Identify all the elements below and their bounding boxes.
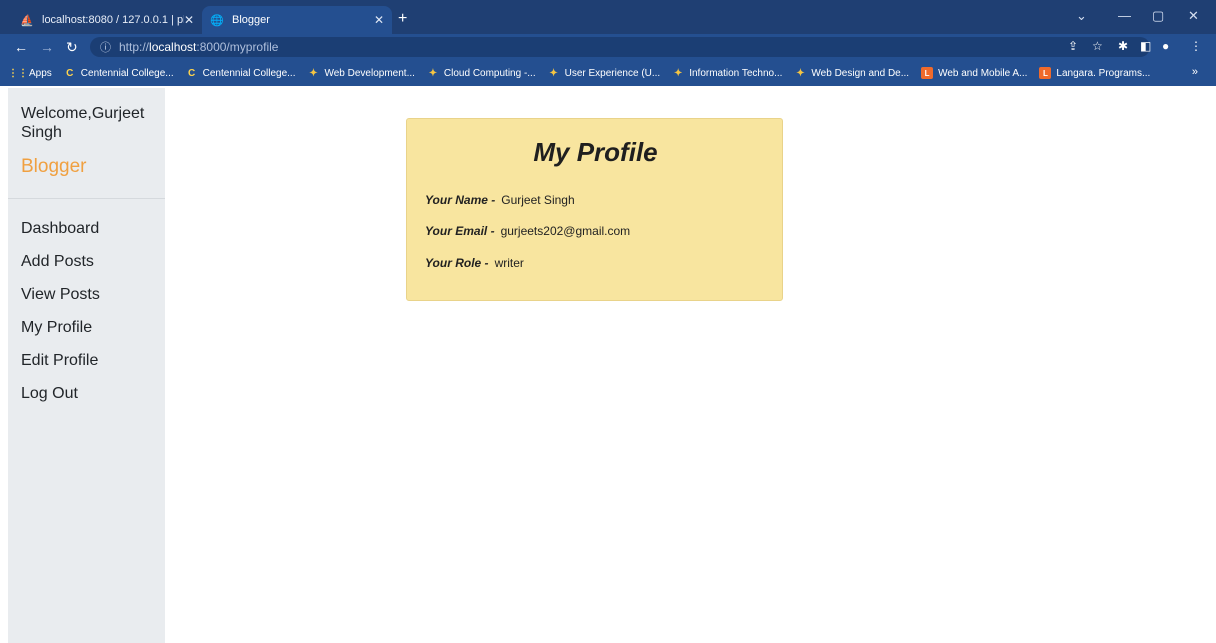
name-value: Gurjeet Singh (501, 193, 575, 207)
bookmark-item[interactable]: ✦ Web Development... (307, 67, 415, 79)
forward-icon[interactable]: → (40, 39, 54, 55)
bookmarks-bar: ⋮⋮ Apps C Centennial College... C Centennia… (0, 60, 1216, 86)
tab-title: localhost:8080 / 127.0.0.1 | phpM (42, 14, 184, 26)
sidebar-item-edit-profile[interactable]: Edit Profile (21, 350, 100, 383)
more-bookmarks-icon[interactable]: » (1192, 66, 1198, 78)
langara-icon: L (921, 67, 934, 79)
info-icon[interactable]: ⓘ (100, 39, 111, 55)
menu-kebab-icon[interactable]: ⋮ (1190, 39, 1202, 53)
new-tab-icon[interactable]: + (398, 10, 407, 28)
bookmark-item[interactable]: C Centennial College... (64, 67, 173, 79)
centennial-icon: C (188, 67, 196, 79)
url-text: http://localhost:8000/myprofile (119, 40, 279, 54)
sidebar-menu: Dashboard Add Posts View Posts My Profil… (21, 218, 100, 416)
langara-icon: L (1039, 67, 1052, 79)
profile-name-row: Your Name - Gurjeet Singh (425, 193, 575, 207)
browser-tab-bar: ⛵ localhost:8080 / 127.0.0.1 | phpM ✕ 🌐 … (0, 0, 1216, 34)
divider (8, 198, 165, 199)
course-icon: ✦ (309, 67, 318, 79)
centennial-icon: C (66, 67, 74, 79)
email-value: gurjeets202@gmail.com (500, 224, 631, 238)
profile-avatar-icon[interactable]: ● (1162, 39, 1169, 53)
tab-blogger[interactable]: 🌐 Blogger ✕ (202, 6, 392, 34)
globe-icon: 🌐 (210, 14, 224, 27)
tab-title: Blogger (232, 14, 270, 26)
bookmark-item[interactable]: L Web and Mobile A... (921, 67, 1027, 79)
apps-grid-icon: ⋮⋮ (8, 67, 28, 79)
sidebar: Welcome,Gurjeet Singh Blogger Dashboard … (8, 88, 165, 643)
course-icon: ✦ (674, 67, 683, 79)
minimize-icon[interactable]: — (1118, 8, 1131, 23)
phpmyadmin-icon: ⛵ (20, 14, 34, 27)
page-title: My Profile (533, 137, 658, 167)
star-icon[interactable]: ☆ (1092, 39, 1103, 53)
role-value: writer (494, 256, 524, 270)
bookmark-apps[interactable]: ⋮⋮ Apps (8, 67, 52, 79)
close-icon[interactable]: ✕ (374, 13, 384, 27)
profile-role-row: Your Role - writer (425, 256, 524, 270)
side-panel-icon[interactable]: ◧ (1140, 39, 1151, 53)
role-label: Your Role - (425, 256, 489, 270)
course-icon: ✦ (428, 67, 438, 79)
close-window-icon[interactable]: ✕ (1188, 8, 1199, 24)
bookmark-item[interactable]: L Langara. Programs... (1039, 67, 1150, 79)
profile-email-row: Your Email - gurjeets202@gmail.com (425, 224, 630, 238)
name-label: Your Name - (425, 193, 496, 207)
course-icon: ✦ (549, 67, 558, 79)
back-icon[interactable]: ← (14, 39, 28, 55)
bookmark-item[interactable]: ✦ Cloud Computing -... (427, 67, 536, 79)
bookmark-item[interactable]: ✦ Information Techno... (672, 67, 782, 79)
address-toolbar: ← → ↻ ⓘ http://localhost:8000/myprofile … (0, 34, 1216, 60)
extensions-icon[interactable]: ✱ (1118, 39, 1128, 53)
chevron-down-icon[interactable]: ⌄ (1076, 8, 1087, 24)
sidebar-item-view-posts[interactable]: View Posts (21, 284, 100, 317)
email-label: Your Email - (425, 224, 495, 238)
welcome-text: Welcome,Gurjeet Singh (21, 105, 145, 141)
sidebar-item-dashboard[interactable]: Dashboard (21, 218, 100, 251)
tab-phpmyadmin[interactable]: ⛵ localhost:8080 / 127.0.0.1 | phpM ✕ (12, 6, 202, 34)
bookmark-item[interactable]: ✦ User Experience (U... (548, 67, 660, 79)
sidebar-item-add-posts[interactable]: Add Posts (21, 251, 100, 284)
course-icon: ✦ (796, 67, 805, 79)
profile-card: My Profile Your Name - Gurjeet Singh Your… (406, 118, 783, 301)
sidebar-item-my-profile[interactable]: My Profile (21, 317, 100, 350)
bookmark-item[interactable]: ✦ Web Design and De... (794, 67, 909, 79)
bookmark-item[interactable]: C Centennial College... (186, 67, 295, 79)
restore-icon[interactable]: ▢ (1152, 8, 1164, 24)
close-icon[interactable]: ✕ (184, 13, 194, 27)
brand-logo[interactable]: Blogger (21, 156, 87, 178)
url-bar[interactable]: ⓘ http://localhost:8000/myprofile (90, 37, 1150, 57)
share-icon[interactable]: ⇪ (1068, 39, 1078, 53)
sidebar-item-log-out[interactable]: Log Out (21, 383, 100, 416)
reload-icon[interactable]: ↻ (66, 39, 78, 56)
